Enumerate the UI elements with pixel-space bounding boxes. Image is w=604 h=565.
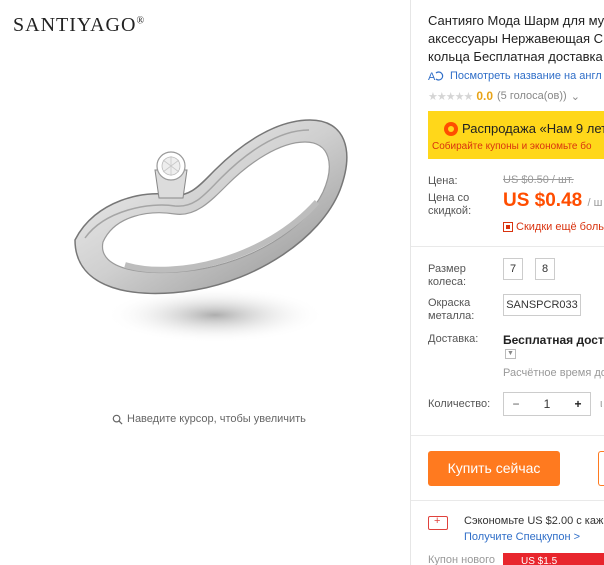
size-option-8[interactable]: 8 [535,258,555,280]
sale-clock-icon [444,121,458,136]
translate-link-text[interactable]: Посмотреть название на англ [450,70,602,82]
zoom-hint: Наведите курсор, чтобы увеличить [112,413,306,425]
translate-link[interactable]: A Посмотреть название на англ [428,70,602,82]
get-coupon-link[interactable]: Получите Спецкупон > [464,531,580,543]
product-title-line: кольца Бесплатная доставка [428,49,603,64]
quantity-extra: ι [600,398,603,410]
rating: ★★★★★ 0.0 (5 голоса(ов)) ⌄ [428,89,580,103]
color-option[interactable]: SANSPCR033 [503,294,581,316]
shipping-dropdown-icon[interactable]: ▼ [505,349,516,359]
sale-title-text: Распродажа «Нам 9 лет [462,121,604,136]
quantity-input[interactable]: 1 [528,397,566,411]
star-rating-icon: ★★★★★ [428,90,473,103]
shipping-time: Расчётное время до [503,367,604,379]
price-unit: / ш [587,197,603,209]
new-user-coupon-label: Купон нового [428,554,496,565]
product-title-line: Сантияго Мода Шарм для му [428,13,604,28]
original-price: US $0.50 / шт. [503,174,574,186]
sale-title: Распродажа «Нам 9 лет [444,121,604,136]
chevron-down-icon[interactable]: ⌄ [571,90,580,103]
coupon-icon [428,515,448,530]
sale-subtitle: Собирайте купоны и экономьте бо [432,141,592,152]
shipping-value: Бесплатная достав [503,333,604,347]
rating-value: 0.0 [476,89,493,103]
product-info-panel: Сантияго Мода Шарм для му аксессуары Нер… [411,0,604,565]
sale-banner[interactable]: Распродажа «Нам 9 лет Собирайте купоны и… [428,111,604,159]
brand-name: SANTIYAGO [13,14,137,36]
new-user-coupon[interactable]: US $1.5 [503,553,604,565]
image-gallery: SANTIYAGO® Наведите курсор, чтобы увелич… [0,0,410,565]
translate-icon: A [428,71,444,82]
size-option-7[interactable]: 7 [503,258,523,280]
product-image[interactable] [55,90,355,360]
magnifier-icon [112,414,123,425]
quantity-stepper: − 1 + [503,392,591,416]
new-user-coupon-text: US $1.5 [521,556,558,565]
color-label: Окраска металла: [428,297,475,322]
product-title: Сантияго Мода Шарм для му аксессуары Нер… [428,12,604,66]
quantity-increase-button[interactable]: + [566,397,590,411]
discount-price-value: US $0.48 [503,190,583,211]
brand-logo: SANTIYAGO® [13,14,145,37]
price-label: Цена: [428,175,458,187]
svg-text:A: A [428,71,436,82]
product-title-line: аксессуары Нержавеющая С [428,31,604,46]
more-discounts-text[interactable]: Скидки ещё боль [516,221,604,233]
qr-code-icon [503,222,513,232]
discount-price: US $0.48 / ш [503,190,602,212]
section-divider [411,435,604,436]
section-divider [411,500,604,501]
rating-count[interactable]: (5 голоса(ов)) [497,90,567,102]
section-divider [411,246,604,247]
quantity-decrease-button[interactable]: − [504,397,528,411]
zoom-hint-text: Наведите курсор, чтобы увеличить [127,413,306,425]
size-label: Размер колеса: [428,263,467,288]
buy-now-button[interactable]: Купить сейчас [428,451,560,486]
discount-price-label: Цена со скидкой: [428,192,472,217]
quantity-label: Количество: [428,398,491,410]
coupon-save-text: Сэкономьте US $2.00 с каж [464,515,604,527]
brand-registered-mark: ® [136,15,146,27]
ring-image [74,119,348,343]
shipping-label: Доставка: [428,333,479,345]
add-to-cart-button[interactable] [598,451,604,486]
more-discounts-link[interactable]: Скидки ещё боль [503,221,604,233]
